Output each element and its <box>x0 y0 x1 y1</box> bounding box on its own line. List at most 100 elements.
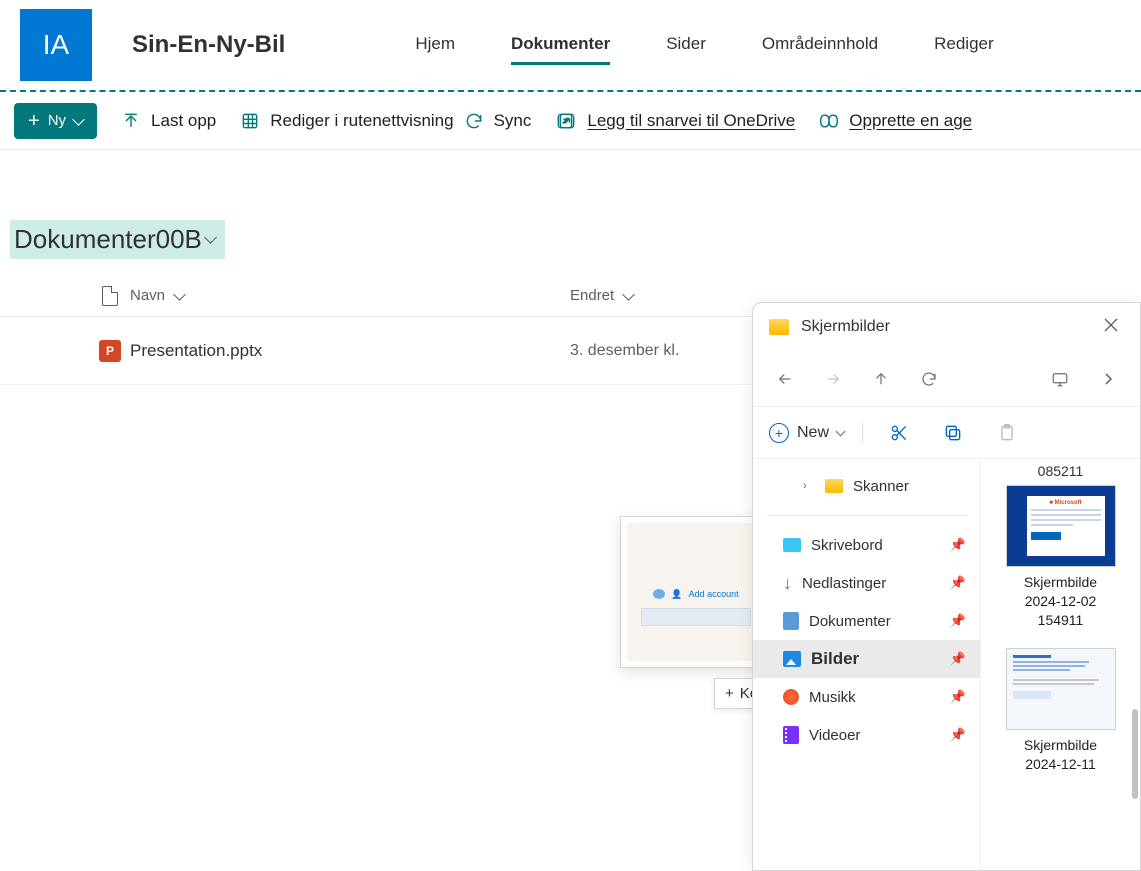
explorer-new-label: New <box>797 424 829 442</box>
grid-icon <box>240 111 260 131</box>
tree-item-skrivebord[interactable]: Skrivebord 📌 <box>753 526 980 564</box>
cut-button[interactable] <box>881 415 917 451</box>
new-button-label: Ny <box>48 112 66 129</box>
site-logo[interactable]: IA <box>20 9 92 81</box>
thumbnail-caption: Skjermbilde 2024-12-11 <box>996 736 1126 774</box>
nav-refresh-button[interactable] <box>905 359 953 399</box>
drag-preview: 👤 Add account <box>620 516 772 668</box>
thumbnail-image <box>1006 648 1116 730</box>
arrow-up-icon <box>872 370 890 388</box>
user-icon: 👤 <box>671 589 682 600</box>
arrow-left-icon <box>776 370 794 388</box>
nav-documents[interactable]: Dokumenter <box>511 26 610 65</box>
file-explorer-window: Skjermbilder + New <box>752 302 1141 871</box>
file-type-icon <box>102 286 118 306</box>
copilot-icon <box>819 111 839 131</box>
paste-button[interactable] <box>989 415 1025 451</box>
column-name-header[interactable]: Navn <box>130 287 570 304</box>
tree-item-skanner[interactable]: › Skanner <box>753 467 980 505</box>
copy-button[interactable] <box>935 415 971 451</box>
thumbnail-item[interactable]: Skjermbilde 2024-12-11 <box>996 648 1126 774</box>
nav-up-button[interactable] <box>857 359 905 399</box>
arrow-right-icon <box>824 370 842 388</box>
site-header: IA Sin-En-Ny-Bil Hjem Dokumenter Sider O… <box>0 0 1141 90</box>
tree-item-nedlastinger[interactable]: ↓ Nedlastinger 📌 <box>753 564 980 602</box>
thumbnail-image: ■ Microsoft <box>1006 485 1116 567</box>
nav-pages[interactable]: Sider <box>666 26 706 65</box>
chevron-down-icon <box>173 288 186 301</box>
column-type-header[interactable] <box>90 286 130 306</box>
nav-pc-button[interactable] <box>1036 359 1084 399</box>
copy-icon <box>943 423 963 443</box>
edit-grid-button[interactable]: Rediger i rutenettvisning <box>240 111 453 131</box>
powerpoint-icon: P <box>99 340 121 362</box>
column-name-label: Navn <box>130 287 165 304</box>
video-icon <box>783 726 799 744</box>
nav-breadcrumb-more[interactable] <box>1084 359 1132 399</box>
explorer-tree: › Skanner Skrivebord 📌 ↓ Nedlastinger 📌 … <box>753 459 981 870</box>
scissors-icon <box>889 423 909 443</box>
explorer-navbar <box>753 351 1140 407</box>
close-button[interactable] <box>1098 312 1124 343</box>
library-title-suffix: 00B <box>156 224 202 255</box>
explorer-new-button[interactable]: + New <box>769 423 863 443</box>
plus-icon: + <box>725 685 734 702</box>
tree-label: Dokumenter <box>809 613 891 630</box>
upload-button[interactable]: Last opp <box>121 111 216 131</box>
document-icon <box>783 612 799 630</box>
scrollbar[interactable] <box>1132 709 1138 799</box>
chevron-right-icon: › <box>803 480 815 492</box>
thumbnail-caption: Skjermbilde 2024-12-02 154911 <box>996 573 1126 630</box>
add-shortcut-button[interactable]: Legg til snarvei til OneDrive <box>555 111 795 131</box>
library-title[interactable]: Dokumenter 00B <box>10 220 225 259</box>
nav-forward-button[interactable] <box>809 359 857 399</box>
create-agent-label: Opprette en age <box>849 111 972 131</box>
library-title-section: Dokumenter 00B <box>0 150 1141 275</box>
tree-item-videoer[interactable]: Videoer 📌 <box>753 716 980 754</box>
chevron-down-icon <box>72 113 85 126</box>
pin-icon: 📌 <box>950 575 966 591</box>
library-title-prefix: Dokumenter <box>14 224 156 255</box>
explorer-toolbar: + New <box>753 407 1140 459</box>
pictures-icon <box>783 651 801 667</box>
pin-icon: 📌 <box>950 651 966 667</box>
drag-ghost-label: Add account <box>689 589 739 599</box>
tree-label: Nedlastinger <box>802 575 886 592</box>
site-nav: Hjem Dokumenter Sider Områdeinnhold Redi… <box>415 26 993 65</box>
tree-label: Skrivebord <box>811 537 883 554</box>
tree-label: Bilder <box>811 649 859 669</box>
refresh-icon <box>920 370 938 388</box>
pin-icon: 📌 <box>950 689 966 705</box>
pin-icon: 📌 <box>950 537 966 553</box>
tree-label: Skanner <box>853 478 909 495</box>
nav-site-contents[interactable]: Områdeinnhold <box>762 26 878 65</box>
command-bar: + Ny Last opp Rediger i rutenettvisning … <box>0 92 1141 150</box>
thumbnail-item[interactable]: ■ Microsoft Skjermbilde 2024-12-02 15491… <box>996 485 1126 630</box>
tree-item-dokumenter[interactable]: Dokumenter 📌 <box>753 602 980 640</box>
tree-label: Musikk <box>809 689 856 706</box>
pin-icon: 📌 <box>950 727 966 743</box>
folder-icon <box>825 479 843 493</box>
upload-icon <box>121 111 141 131</box>
tree-item-bilder[interactable]: Bilder 📌 <box>753 640 980 678</box>
clipboard-icon <box>997 423 1017 443</box>
upload-label: Last opp <box>151 111 216 131</box>
column-modified-header[interactable]: Endret <box>570 287 730 304</box>
chevron-down-icon <box>622 288 635 301</box>
nav-home[interactable]: Hjem <box>415 26 455 65</box>
thumbnail-caption-partial: 085211 <box>989 463 1132 479</box>
link-arrow-icon <box>557 111 577 131</box>
new-button[interactable]: + Ny <box>14 103 97 139</box>
nav-edit[interactable]: Rediger <box>934 26 994 65</box>
monitor-icon <box>1051 370 1069 388</box>
file-icon-cell: P <box>90 340 130 362</box>
sync-button[interactable]: Sync <box>464 111 532 131</box>
sync-label: Sync <box>494 111 532 131</box>
tree-item-musikk[interactable]: Musikk 📌 <box>753 678 980 716</box>
file-name[interactable]: Presentation.pptx <box>130 341 570 361</box>
nav-back-button[interactable] <box>761 359 809 399</box>
site-title[interactable]: Sin-En-Ny-Bil <box>132 31 285 59</box>
explorer-titlebar: Skjermbilder <box>753 303 1140 351</box>
chevron-down-icon <box>206 229 215 250</box>
create-agent-button[interactable]: Opprette en age <box>819 111 972 131</box>
